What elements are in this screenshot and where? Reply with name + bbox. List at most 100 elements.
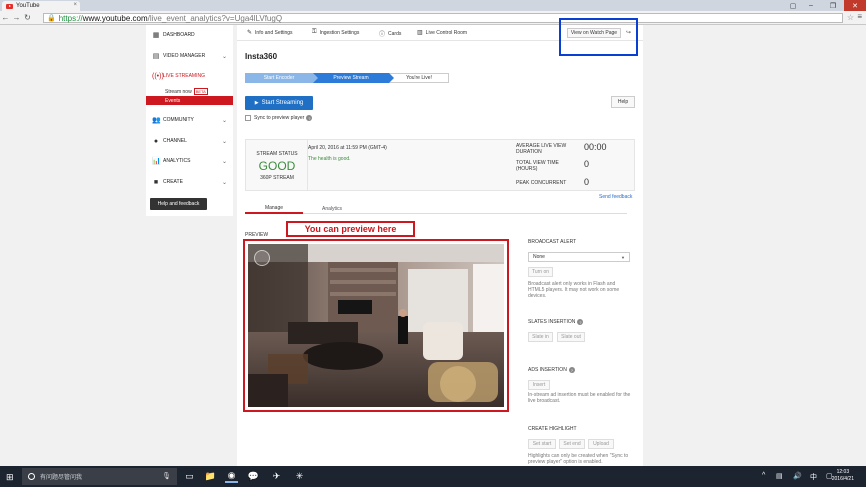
page: ▦ DASHBOARD ▤ VIDEO MANAGER ⌄ ((•)) LIVE… [0, 18, 866, 466]
url-scheme: https:// [58, 13, 83, 23]
step-youre-live: You're Live! [389, 73, 449, 83]
dashboard-icon: ▦ [152, 32, 160, 39]
clock-time: 12:03 [836, 469, 850, 475]
app-icon-2[interactable]: ✳ [293, 470, 306, 483]
sidebar-item-analytics[interactable]: 📊 ANALYTICS ⌄ [146, 154, 233, 168]
task-view-icon[interactable]: ▭ [183, 470, 196, 483]
sidebar-item-community[interactable]: 👥 COMMUNITY ⌄ [146, 113, 233, 127]
chevron-down-icon: ⌄ [221, 158, 227, 165]
slates-insertion-label: SLATES INSERTION [528, 319, 576, 325]
tab-analytics[interactable]: Analytics [303, 203, 361, 214]
360-room-preview-image [248, 244, 504, 407]
sidebar-subitem-events[interactable]: Events [146, 96, 233, 105]
url-host: www.youtube.com [82, 13, 148, 23]
slate-out-button[interactable]: Slate out [557, 332, 585, 342]
event-top-nav: ✎ Info and Settings ⚿ Ingestion Settings… [237, 25, 643, 41]
360-view-control-icon[interactable] [254, 250, 270, 266]
sidebar-item-label: LIVE STREAMING [163, 73, 205, 79]
app-icon[interactable]: ✈ [270, 470, 283, 483]
sync-preview-checkbox[interactable] [245, 115, 251, 121]
microphone-icon[interactable]: 🎙 [162, 472, 171, 480]
nav-cards[interactable]: ⓘ Cards [379, 29, 401, 39]
view-on-watch-page-button[interactable]: View on Watch Page [567, 28, 621, 38]
address-bar[interactable]: 🔒 https:// www.youtube.com /live_event_a… [43, 13, 843, 23]
upload-button[interactable]: Upload [588, 439, 614, 449]
channel-icon: ● [153, 137, 159, 145]
insert-ad-button[interactable]: Insert [528, 380, 550, 390]
reload-icon[interactable]: ↻ [22, 13, 33, 22]
stream-status-panel: STREAM STATUS GOOD 360P STREAM April 20,… [245, 139, 635, 191]
browser-tab-youtube[interactable]: YouTube × [2, 1, 80, 11]
browser-menu-icon[interactable]: ≡ [857, 12, 862, 21]
maximize-icon[interactable]: ❐ [822, 0, 844, 11]
control-room-icon: ▥ [417, 30, 423, 36]
create-highlight-title: CREATE HIGHLIGHT [528, 426, 577, 432]
browser-tab-bar: YouTube × ▢ – ❐ ✕ [0, 0, 866, 11]
preview-annotation-callout: You can preview here [286, 221, 415, 237]
broadcast-alert-select[interactable]: None ▼ [528, 252, 630, 262]
volume-icon[interactable]: 🔊 [793, 472, 802, 480]
sidebar-subitem-stream-now[interactable]: Stream now BETA [146, 87, 233, 96]
tab-manage[interactable]: Manage [245, 203, 303, 214]
beta-badge: BETA [193, 88, 208, 95]
chrome-icon[interactable]: ◉ [225, 470, 238, 483]
sidebar-item-create[interactable]: ■ CREATE ⌄ [146, 175, 233, 189]
start-streaming-button[interactable]: ▶ Start Streaming [245, 96, 313, 110]
tab-title: YouTube [16, 3, 40, 9]
nav-live-control-room[interactable]: ▥ Live Control Room [417, 29, 467, 37]
create-highlight-note: Highlights can only be created when "Syn… [528, 453, 629, 465]
send-feedback-link[interactable]: Send feedback [599, 194, 632, 200]
set-start-button[interactable]: Set start [528, 439, 556, 449]
metric-value: 0 [584, 159, 590, 169]
stream-health-message: The health is good. [308, 156, 351, 162]
sidebar-subitem-label: Stream now [165, 88, 192, 95]
tab-close-icon[interactable]: × [73, 2, 77, 8]
back-icon[interactable]: ← [0, 13, 11, 22]
nav-label: Ingestion Settings [319, 29, 360, 36]
community-icon: 👥 [152, 117, 161, 124]
main-panel: ✎ Info and Settings ⚿ Ingestion Settings… [237, 25, 643, 466]
slate-in-button[interactable]: Slate in [528, 332, 553, 342]
nav-ingestion-settings[interactable]: ⚿ Ingestion Settings [312, 29, 359, 36]
sidebar-item-channel[interactable]: ● CHANNEL ⌄ [146, 134, 233, 148]
windows-taskbar: ⊞ 有问题尽管问我 🎙 ▭ 📁 ◉ 💬 ✈ ✳ ^ ▤ 🔊 中 ▢ 12:03 … [0, 466, 866, 487]
wechat-icon[interactable]: 💬 [247, 470, 260, 483]
help-question-icon[interactable]: ? [577, 319, 584, 325]
dropdown-caret-icon: ▼ [621, 254, 625, 260]
bookmark-star-icon[interactable]: ☆ [847, 13, 854, 22]
live-icon: ((•)) [152, 72, 164, 80]
nav-info-settings[interactable]: ✎ Info and Settings [247, 29, 293, 37]
set-end-button[interactable]: Set end [559, 439, 585, 449]
ime-indicator[interactable]: 中 [810, 472, 817, 482]
network-icon[interactable]: ▤ [776, 472, 783, 480]
preview-video-player[interactable] [248, 244, 504, 407]
system-clock[interactable]: 12:03 2016/4/21 [832, 469, 854, 483]
preview-player-highlight [243, 239, 509, 412]
sidebar-item-dashboard[interactable]: ▦ DASHBOARD [146, 28, 233, 42]
sidebar-item-label: ANALYTICS [163, 158, 191, 164]
windows-start-icon[interactable]: ⊞ [6, 472, 14, 483]
cortana-search-box[interactable]: 有问题尽管问我 🎙 [22, 468, 177, 485]
info-icon: ⓘ [379, 32, 386, 38]
file-explorer-icon[interactable]: 📁 [204, 470, 217, 483]
help-question-icon[interactable]: ? [306, 115, 313, 121]
stream-status-summary: STREAM STATUS GOOD 360P STREAM [246, 140, 308, 190]
sidebar-item-live-streaming[interactable]: ((•)) LIVE STREAMING [146, 69, 233, 83]
turn-on-button[interactable]: Turn on [528, 267, 553, 277]
forward-icon[interactable]: → [11, 13, 22, 22]
step-arrow [313, 73, 318, 83]
browser-toolbar: ← → ↻ 🔒 https:// www.youtube.com /live_e… [0, 11, 866, 25]
sidebar-item-video-manager[interactable]: ▤ VIDEO MANAGER ⌄ [146, 49, 233, 63]
minimize-icon[interactable]: – [800, 0, 822, 11]
help-button[interactable]: Help [611, 96, 635, 108]
close-window-icon[interactable]: ✕ [844, 0, 866, 11]
help-and-feedback-button[interactable]: Help and feedback [150, 198, 207, 210]
share-icon[interactable]: ↪ [626, 29, 631, 36]
ads-insertion-label: ADS INSERTION [528, 367, 567, 373]
sidebar-item-label: CREATE [163, 179, 183, 185]
user-profile-icon[interactable]: ▢ [786, 0, 800, 11]
metric-value: 00:00 [584, 142, 607, 152]
youtube-logo-icon [6, 3, 13, 9]
tray-arrow-icon[interactable]: ^ [762, 472, 765, 479]
help-question-icon[interactable]: ? [568, 367, 575, 373]
